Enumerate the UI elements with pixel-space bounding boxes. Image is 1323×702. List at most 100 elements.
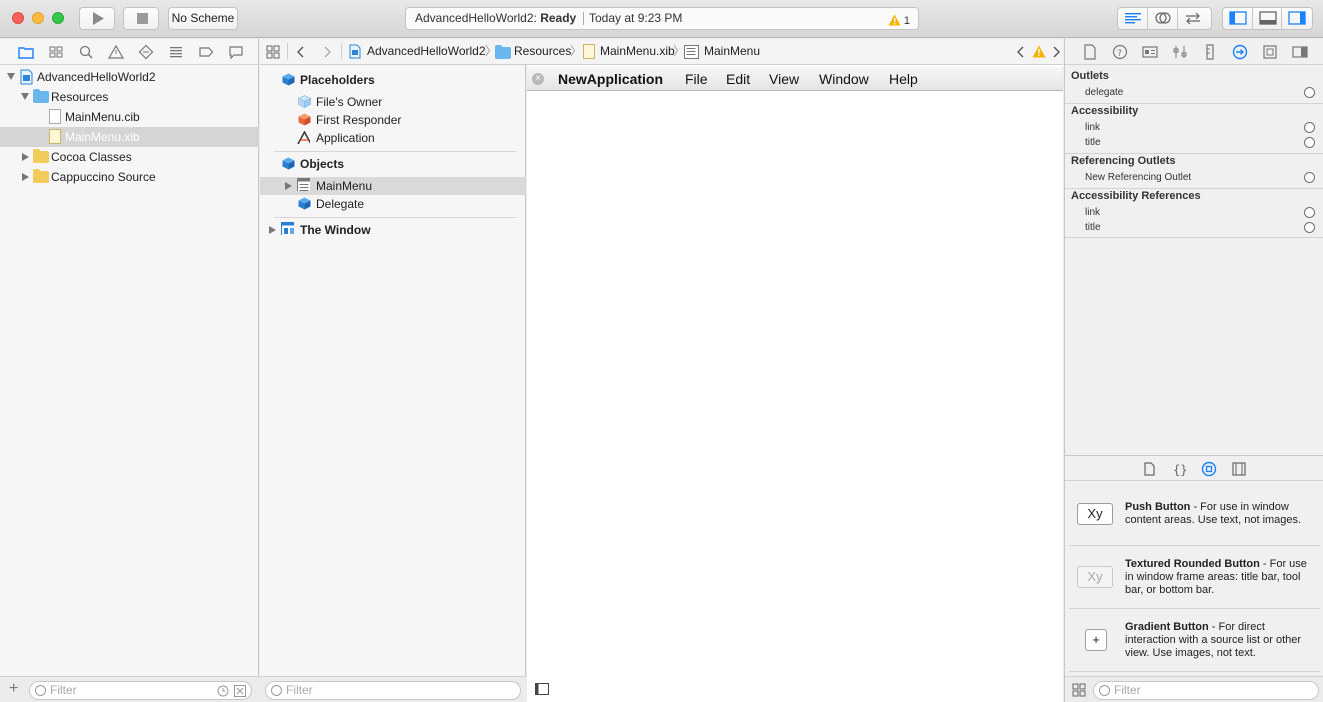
add-icon[interactable]: + (9, 680, 18, 698)
tree-row-mainmenu-xib[interactable]: MainMenu.xib (0, 127, 259, 147)
connections-inspector-icon[interactable] (1232, 44, 1248, 60)
code-snippet-braces-icon[interactable]: {} (1171, 461, 1187, 477)
disclosure-triangle-icon[interactable] (269, 226, 276, 234)
toggle-debug-area-button[interactable] (1253, 8, 1283, 29)
connection-circle-icon[interactable] (1304, 87, 1315, 98)
connection-circle-icon[interactable] (1304, 172, 1315, 183)
symbol-navigator-icon[interactable] (48, 44, 64, 60)
connection-circle-icon[interactable] (1304, 122, 1315, 133)
connection-circle-icon[interactable] (1304, 222, 1315, 233)
menu-item-view[interactable]: View (769, 67, 799, 91)
section-divider (1065, 103, 1323, 104)
toggle-navigator-button[interactable] (1223, 8, 1253, 29)
section-accessibility-references: Accessibility References (1071, 190, 1201, 202)
test-diamond-icon[interactable] (138, 44, 154, 60)
breakpoint-tag-icon[interactable] (198, 44, 214, 60)
connection-circle-icon[interactable] (1304, 207, 1315, 218)
disclosure-triangle-icon[interactable] (22, 153, 29, 161)
library-filter-input[interactable]: Filter (1093, 681, 1319, 700)
arrows-swap-icon (1186, 12, 1200, 25)
tree-row-cocoa-classes[interactable]: Cocoa Classes (0, 147, 259, 167)
stop-button[interactable] (123, 7, 159, 30)
scm-filter-icon[interactable] (234, 685, 246, 697)
size-inspector-icon[interactable] (1202, 44, 1218, 60)
tree-row-cappuccino-source[interactable]: Cappuccino Source (0, 167, 259, 187)
file-template-icon[interactable] (1141, 461, 1157, 477)
outline-filter-input[interactable]: Filter (265, 681, 521, 700)
show-outline-icon[interactable] (535, 683, 549, 695)
bindings-inspector-icon[interactable] (1262, 44, 1278, 60)
connection-circle-icon[interactable] (1304, 137, 1315, 148)
effects-inspector-icon[interactable] (1292, 44, 1308, 60)
new-referencing-outlet: New Referencing Outlet (1085, 172, 1192, 183)
gradient-button-thumbnail: + (1085, 629, 1107, 651)
minimize-window-button[interactable] (32, 12, 44, 24)
issue-warning-icon[interactable] (107, 44, 125, 60)
outline-section-placeholders[interactable]: Placeholders (260, 71, 526, 89)
help-icon[interactable]: ? (1112, 44, 1128, 60)
search-icon[interactable] (78, 44, 94, 60)
library-grid-view-icon[interactable] (1072, 683, 1086, 697)
tree-row-resources[interactable]: Resources (0, 87, 259, 107)
disclosure-triangle-icon[interactable] (22, 173, 29, 181)
warning-indicator[interactable]: 1 (888, 11, 910, 32)
related-items-grid-icon[interactable] (266, 45, 280, 59)
media-library-icon[interactable] (1231, 461, 1247, 477)
next-issue-icon[interactable] (1052, 46, 1061, 58)
breadcrumb-mainmenu[interactable]: MainMenu (704, 39, 760, 64)
disclosure-triangle-icon[interactable] (21, 93, 29, 100)
menu-item-app[interactable]: NewApplication (558, 67, 663, 91)
folder-icon[interactable] (18, 44, 34, 60)
breadcrumb-file[interactable]: MainMenu.xib (600, 39, 675, 64)
tree-row-project[interactable]: AdvancedHelloWorld2 (0, 67, 259, 87)
zoom-window-button[interactable] (52, 12, 64, 24)
object-library-icon[interactable] (1201, 461, 1217, 477)
breadcrumb-chevron-icon: 〉 (570, 44, 583, 58)
outline-item-delegate[interactable]: Delegate (260, 195, 526, 213)
navigator-selector-bar (0, 39, 258, 65)
close-icon[interactable]: × (532, 73, 544, 85)
disclosure-triangle-icon[interactable] (285, 182, 292, 190)
assistant-editor-button[interactable] (1148, 8, 1178, 29)
attributes-inspector-icon[interactable] (1172, 44, 1188, 60)
warning-icon[interactable] (1032, 45, 1046, 58)
scheme-selector[interactable]: No Scheme (168, 7, 238, 30)
previous-issue-icon[interactable] (1016, 46, 1025, 58)
responder-cube-icon (298, 113, 311, 126)
menu-item-help[interactable]: Help (889, 67, 918, 91)
menu-item-edit[interactable]: Edit (726, 67, 750, 91)
menu-item-window[interactable]: Window (819, 67, 869, 91)
report-bubble-icon[interactable] (228, 44, 244, 60)
run-button[interactable] (79, 7, 115, 30)
toggle-utilities-button[interactable] (1282, 8, 1312, 29)
outline-item-application[interactable]: Application (260, 129, 526, 147)
library-item-push-button[interactable]: Xy Push Button - For use in window conte… (1065, 495, 1323, 545)
chevron-left-icon[interactable] (296, 46, 305, 58)
outline-item-files-owner[interactable]: File's Owner (260, 93, 526, 111)
outline-item-first-responder[interactable]: First Responder (260, 111, 526, 129)
tree-row-mainmenu-cib[interactable]: MainMenu.cib (0, 107, 259, 127)
version-editor-button[interactable] (1178, 8, 1208, 29)
breadcrumb-resources[interactable]: Resources (514, 39, 571, 64)
standard-editor-button[interactable] (1118, 8, 1148, 29)
recent-clock-icon[interactable] (217, 685, 229, 697)
menu-item-file[interactable]: File (685, 67, 708, 91)
identity-inspector-icon[interactable] (1142, 44, 1158, 60)
debug-lines-icon[interactable] (168, 44, 184, 60)
navigator-filter-input[interactable]: Filter (29, 681, 252, 700)
interface-builder-canvas[interactable]: × NewApplication File Edit View Window H… (527, 65, 1063, 702)
library-item-gradient-button[interactable]: + Gradient Button - For direct interacti… (1065, 615, 1323, 671)
file-inspector-icon[interactable] (1082, 44, 1098, 60)
outline-item-label: Delegate (316, 197, 365, 211)
outline-item-label: The Window (300, 223, 371, 237)
disclosure-triangle-icon[interactable] (7, 73, 15, 80)
filter-search-icon (271, 685, 282, 696)
outline-item-mainmenu[interactable]: MainMenu (260, 177, 526, 195)
outline-section-objects[interactable]: Objects (260, 155, 526, 173)
breadcrumb-project[interactable]: AdvancedHelloWorld2 (367, 39, 486, 64)
outline-item-the-window[interactable]: The Window (260, 221, 526, 239)
filter-search-icon (35, 685, 46, 696)
chevron-right-icon[interactable] (323, 46, 332, 58)
library-item-textured-rounded-button[interactable]: Xy Textured Rounded Button - For use in … (1065, 552, 1323, 608)
close-window-button[interactable] (12, 12, 24, 24)
